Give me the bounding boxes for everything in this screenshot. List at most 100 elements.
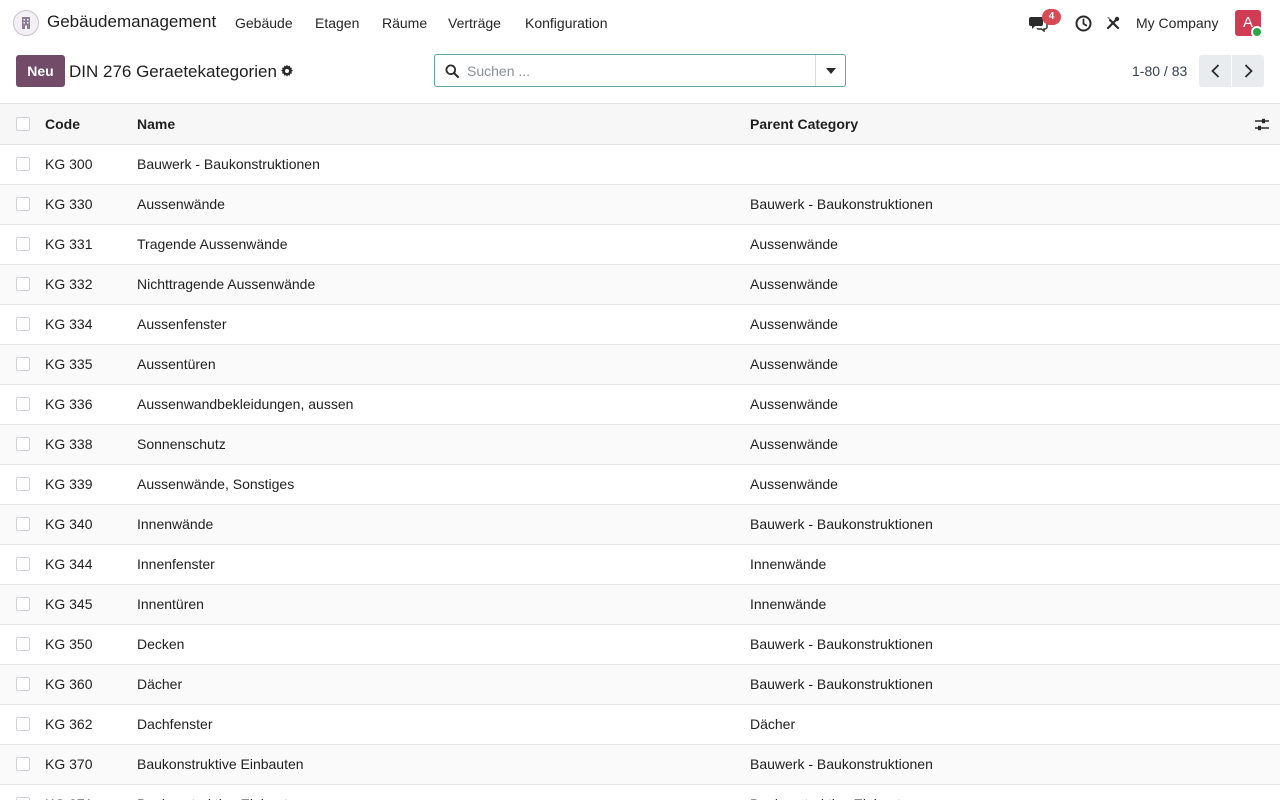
cell-code: KG 338 [45,436,93,452]
table-row[interactable]: KG 360 Dächer Bauwerk - Baukonstruktionen [0,665,1280,705]
apps-menu-icon[interactable] [13,10,39,36]
cell-name: Baukonstruktive Einbauten [137,756,304,772]
row-checkbox[interactable] [16,437,30,451]
menu-etagen[interactable]: Etagen [315,15,359,31]
table-row[interactable]: KG 331 Tragende Aussenwände Aussenwände [0,225,1280,265]
search-input[interactable] [467,61,807,81]
cell-code: KG 345 [45,596,93,612]
cell-parent-category: Aussenwände [750,356,838,372]
company-switcher[interactable]: My Company [1136,15,1218,31]
cell-code: KG 350 [45,636,93,652]
cell-code: KG 362 [45,716,93,732]
top-navbar: Gebäudemanagement Gebäude Etagen Räume V… [0,0,1280,46]
menu-vertraege[interactable]: Verträge [448,15,501,31]
cell-parent-category: Baukonstruktive Einbauten [750,796,917,800]
table-row[interactable]: KG 332 Nichttragende Aussenwände Aussenwän… [0,265,1280,305]
table-row[interactable]: KG 371 Baukonstruktive Einbauten Baukonstr… [0,785,1280,800]
presence-indicator [1251,26,1263,38]
cell-name: Innenwände [137,516,214,532]
pager-value[interactable]: 1-80 / 83 [1132,63,1187,79]
pager-next-button[interactable] [1232,55,1264,87]
cell-parent-category: Aussenwände [750,316,838,332]
row-checkbox[interactable] [16,637,30,651]
row-checkbox[interactable] [16,357,30,371]
cell-name: Aussentüren [137,356,216,372]
table-row[interactable]: KG 362 Dachfenster Dächer [0,705,1280,745]
row-checkbox[interactable] [16,557,30,571]
cell-name: Aussenwandbekleidungen, aussen [137,396,354,412]
row-checkbox[interactable] [16,237,30,251]
table-row[interactable]: KG 340 Innenwände Bauwerk - Baukonstruktio… [0,505,1280,545]
table-row[interactable]: KG 338 Sonnenschutz Aussenwände [0,425,1280,465]
search-bar [434,54,846,87]
cell-code: KG 360 [45,676,93,692]
debug-tools-icon[interactable] [1105,15,1121,31]
row-checkbox[interactable] [16,757,30,771]
gear-icon[interactable] [280,64,294,78]
cell-code: KG 339 [45,476,93,492]
cell-parent-category: Innenwände [750,556,827,572]
cell-parent-category: Aussenwände [750,396,838,412]
table-row[interactable]: KG 350 Decken Bauwerk - Baukonstruktionen [0,625,1280,665]
table-row[interactable]: KG 336 Aussenwandbekleidungen, aussen Auss… [0,385,1280,425]
row-checkbox[interactable] [16,197,30,211]
cell-code: KG 300 [45,156,93,172]
select-all-checkbox[interactable] [16,117,30,131]
cell-parent-category: Bauwerk - Baukonstruktionen [750,516,933,532]
cell-parent-category: Bauwerk - Baukonstruktionen [750,676,933,692]
cell-name: Innenfenster [137,556,215,572]
cell-code: KG 332 [45,276,93,292]
list-table: Code Name Parent Category KG 300 Bauwerk … [0,103,1280,800]
row-checkbox[interactable] [16,717,30,731]
table-row[interactable]: KG 335 Aussentüren Aussenwände [0,345,1280,385]
table-row[interactable]: KG 300 Bauwerk - Baukonstruktionen [0,145,1280,185]
cell-name: Aussenfenster [137,316,227,332]
cell-code: KG 334 [45,316,93,332]
cell-code: KG 336 [45,396,93,412]
optional-columns-icon[interactable] [1254,117,1270,133]
row-checkbox[interactable] [16,277,30,291]
cell-code: KG 340 [45,516,93,532]
search-options-toggle[interactable] [815,55,845,86]
table-row[interactable]: KG 345 Innentüren Innenwände [0,585,1280,625]
row-checkbox[interactable] [16,397,30,411]
cell-name: Aussenwände [137,196,225,212]
cell-name: Innentüren [137,596,204,612]
building-icon [22,17,30,29]
chevron-right-icon [1244,64,1253,78]
cell-name: Tragende Aussenwände [137,236,288,252]
table-row[interactable]: KG 339 Aussenwände, Sonstiges Aussenwände [0,465,1280,505]
table-row[interactable]: KG 330 Aussenwände Bauwerk - Baukonstrukti… [0,185,1280,225]
app-brand[interactable]: Gebäudemanagement [47,12,216,32]
table-row[interactable]: KG 344 Innenfenster Innenwände [0,545,1280,585]
pager-previous-button[interactable] [1199,55,1231,87]
cell-parent-category: Bauwerk - Baukonstruktionen [750,636,933,652]
page-title: DIN 276 Geraetekategorien [69,62,277,81]
menu-konfiguration[interactable]: Konfiguration [525,15,608,31]
menu-raeume[interactable]: Räume [382,15,427,31]
search-icon [445,64,459,78]
row-checkbox[interactable] [16,597,30,611]
table-header: Code Name Parent Category [0,104,1280,145]
cell-name: Decken [137,636,185,652]
column-header-code[interactable]: Code [45,116,80,132]
table-row[interactable]: KG 334 Aussenfenster Aussenwände [0,305,1280,345]
cell-code: KG 371 [45,796,92,800]
activity-clock-icon[interactable] [1075,15,1092,32]
chevron-left-icon [1210,64,1219,78]
row-checkbox[interactable] [16,677,30,691]
cell-name: Bauwerk - Baukonstruktionen [137,156,320,172]
cell-code: KG 344 [45,556,93,572]
table-row[interactable]: KG 370 Baukonstruktive Einbauten Bauwerk -… [0,745,1280,785]
column-header-name[interactable]: Name [137,116,175,132]
row-checkbox[interactable] [16,477,30,491]
row-checkbox[interactable] [16,157,30,171]
row-checkbox[interactable] [16,517,30,531]
cell-name: Baukonstruktive Einbauten [137,796,304,800]
cell-code: KG 335 [45,356,93,372]
cell-parent-category: Dächer [750,716,796,732]
new-button[interactable]: Neu [16,55,65,87]
row-checkbox[interactable] [16,317,30,331]
menu-gebaeude[interactable]: Gebäude [235,15,293,31]
column-header-parent-category[interactable]: Parent Category [750,116,858,132]
